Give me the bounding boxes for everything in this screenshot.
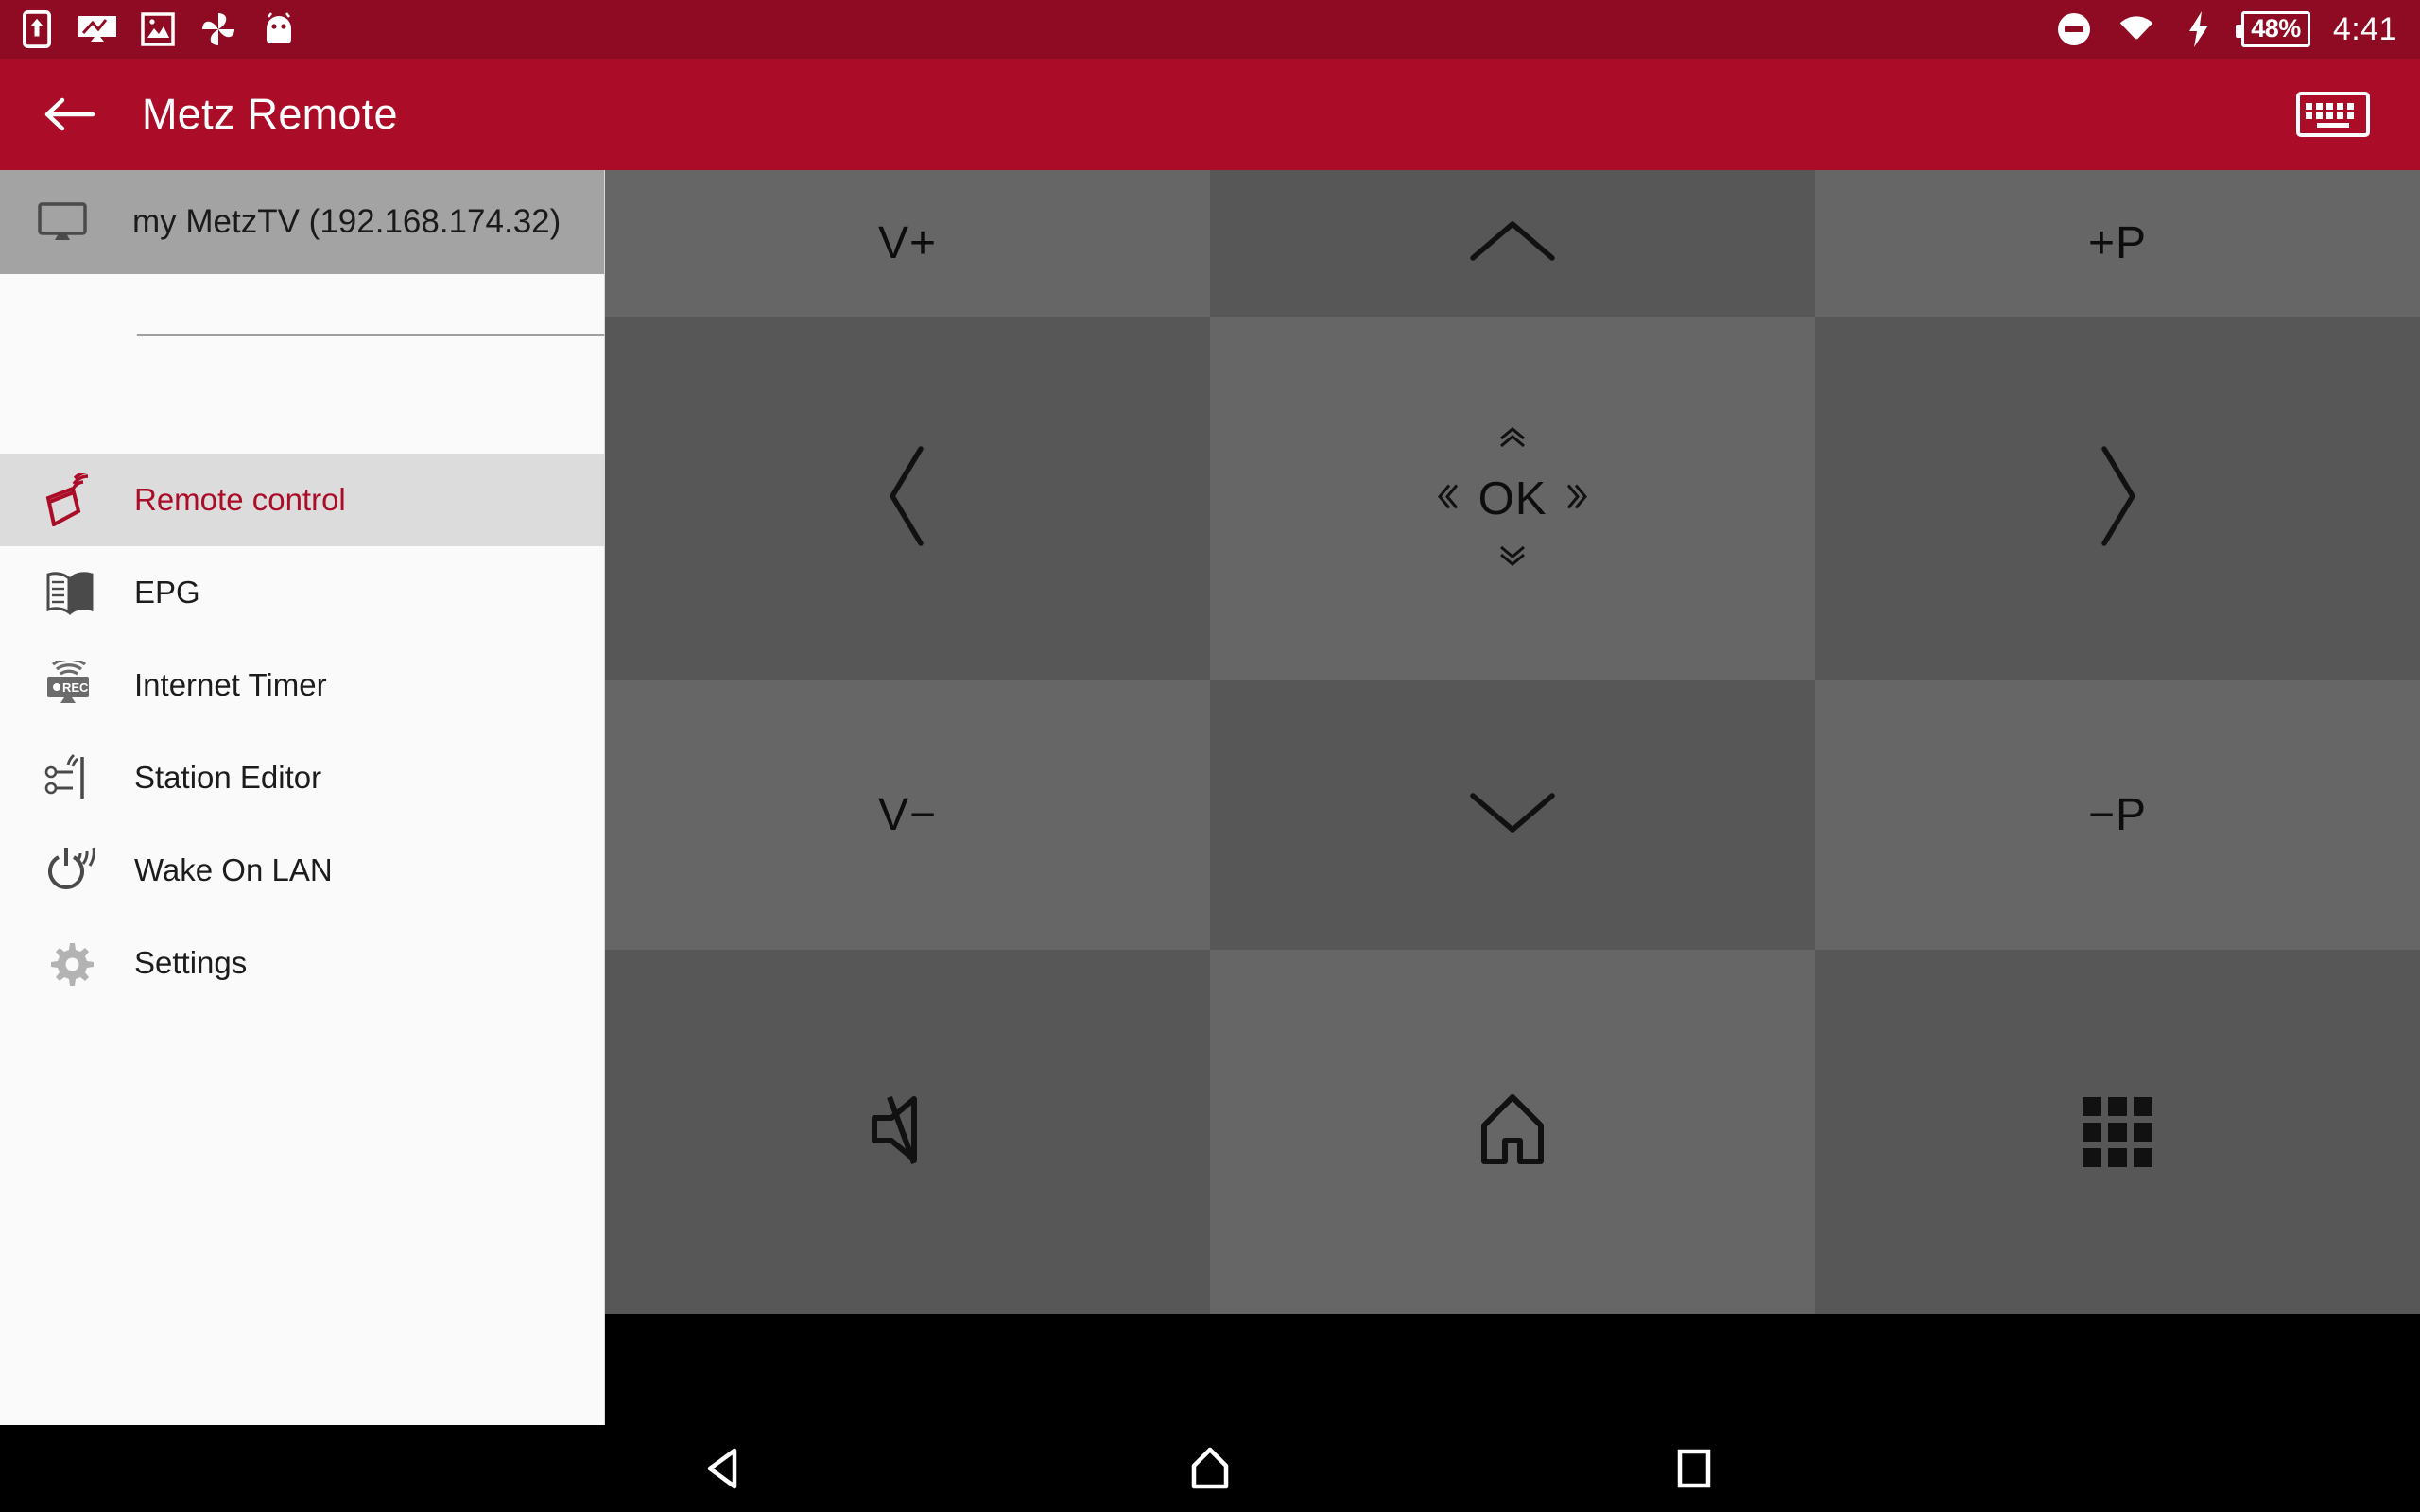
volume-down-label: V− — [877, 790, 938, 840]
sidebar-item-station-editor[interactable]: Station Editor — [0, 731, 604, 824]
power-wifi-icon — [28, 845, 112, 896]
open-book-icon — [28, 570, 112, 615]
screenshot-icon — [78, 9, 117, 49]
apps-grid-cell — [2083, 1122, 2101, 1142]
device-dropdown-area — [0, 274, 604, 397]
volume-down-button[interactable]: V− — [605, 680, 1210, 950]
program-up-button[interactable]: +P — [1815, 170, 2420, 317]
pinwheel-icon — [199, 9, 238, 49]
chevron-left-icon — [883, 444, 932, 553]
program-down-label: −P — [2087, 790, 2148, 840]
ok-chevron-up-icon — [1496, 424, 1529, 454]
ok-chevron-right-icon — [1565, 480, 1590, 517]
apps-grid-cell — [2108, 1096, 2127, 1116]
chevron-right-icon — [2093, 444, 2142, 553]
home-button[interactable] — [1210, 950, 1815, 1314]
ok-label: OK — [1478, 472, 1547, 524]
sidebar-item-settings[interactable]: Settings — [0, 917, 604, 1009]
tv-monitor-icon — [28, 201, 96, 243]
apps-grid-icon — [2083, 1096, 2152, 1167]
apps-grid-cell — [2134, 1147, 2152, 1167]
station-antenna-icon — [28, 753, 112, 802]
android-mascot-icon — [259, 9, 299, 49]
screen-cast-upload-icon — [17, 9, 57, 49]
keyboard-icon[interactable] — [2288, 69, 2378, 160]
android-navigation-bar — [0, 1425, 2420, 1512]
photo-icon — [138, 9, 178, 49]
charging-bolt-icon — [2179, 9, 2219, 49]
battery-box: 48% — [2236, 11, 2310, 47]
device-selector-row[interactable]: my MetzTV (192.168.174.32) — [0, 170, 604, 274]
chevron-up-icon — [1469, 216, 1556, 270]
page-title: Metz Remote — [142, 90, 398, 138]
gear-icon — [28, 939, 112, 987]
svg-text:REC: REC — [62, 680, 89, 695]
apps-grid-cell — [2134, 1122, 2152, 1142]
device-name-label: my MetzTV (192.168.174.32) — [132, 203, 562, 240]
sidebar-item-internet-timer[interactable]: REC Internet Timer — [0, 639, 604, 731]
apps-grid-cell — [2083, 1147, 2101, 1167]
sidebar: my MetzTV (192.168.174.32) Remote contro… — [0, 170, 605, 1425]
battery-indicator: 48% — [2236, 11, 2310, 47]
volume-up-label: V+ — [877, 218, 938, 268]
apps-grid-cell — [2108, 1147, 2127, 1167]
ok-button[interactable]: OK — [1210, 317, 1815, 680]
sidebar-item-epg[interactable]: EPG — [0, 546, 604, 639]
back-button[interactable] — [25, 69, 115, 160]
sidebar-item-label: EPG — [134, 575, 200, 610]
sidebar-item-label: Wake On LAN — [134, 852, 333, 887]
home-icon — [1478, 1091, 1547, 1172]
ok-chevron-down-icon — [1496, 544, 1529, 574]
ok-chevron-left-icon — [1435, 480, 1460, 517]
nav-right-button[interactable] — [1815, 317, 2420, 680]
sidebar-item-label: Settings — [134, 945, 248, 980]
battery-level-label: 48% — [2251, 14, 2301, 43]
apps-grid-cell — [2134, 1096, 2152, 1116]
nav-down-button[interactable] — [1210, 680, 1815, 950]
wifi-icon — [2117, 9, 2156, 49]
sidebar-item-wake-on-lan[interactable]: Wake On LAN — [0, 824, 604, 917]
android-back-icon[interactable] — [605, 1425, 847, 1512]
sidebar-item-label: Station Editor — [134, 760, 322, 795]
app-root: 48% 4:41 Metz Remote my MetzTV (192.168.… — [0, 0, 2420, 1512]
status-bar-notification-icons — [17, 9, 299, 49]
sidebar-item-label: Internet Timer — [134, 667, 327, 702]
program-down-button[interactable]: −P — [1815, 680, 2420, 950]
apps-grid-cell — [2083, 1096, 2101, 1116]
apps-menu-button[interactable] — [1815, 950, 2420, 1314]
status-bar-clock: 4:41 — [2332, 11, 2397, 47]
sidebar-item-label: Remote control — [134, 482, 346, 517]
status-bar: 48% 4:41 — [0, 0, 2420, 59]
android-home-icon[interactable] — [1089, 1425, 1331, 1512]
android-recents-icon[interactable] — [1573, 1425, 1815, 1512]
nav-top-gap — [0, 397, 604, 454]
sidebar-item-remote-control[interactable]: Remote control — [0, 454, 604, 546]
volume-up-button[interactable]: V+ — [605, 170, 1210, 317]
rec-timer-icon: REC — [28, 661, 112, 710]
chevron-down-icon — [1469, 788, 1556, 842]
divider — [137, 334, 604, 336]
ok-dpad-icon: OK — [1435, 426, 1590, 570]
remote-control-icon — [28, 473, 112, 526]
status-bar-system-icons: 48% 4:41 — [2054, 9, 2397, 49]
remote-button-grid: V+ +P OK V− −P — [605, 170, 2420, 1425]
app-bar: Metz Remote — [0, 59, 2420, 170]
program-up-label: +P — [2087, 218, 2148, 268]
mute-speaker-icon — [867, 1091, 948, 1172]
nav-left-button[interactable] — [605, 317, 1210, 680]
content-area: my MetzTV (192.168.174.32) Remote contro… — [0, 170, 2420, 1425]
apps-grid-cell — [2108, 1122, 2127, 1142]
do-not-disturb-icon — [2054, 9, 2094, 49]
nav-up-button[interactable] — [1210, 170, 1815, 317]
mute-button[interactable] — [605, 950, 1210, 1314]
